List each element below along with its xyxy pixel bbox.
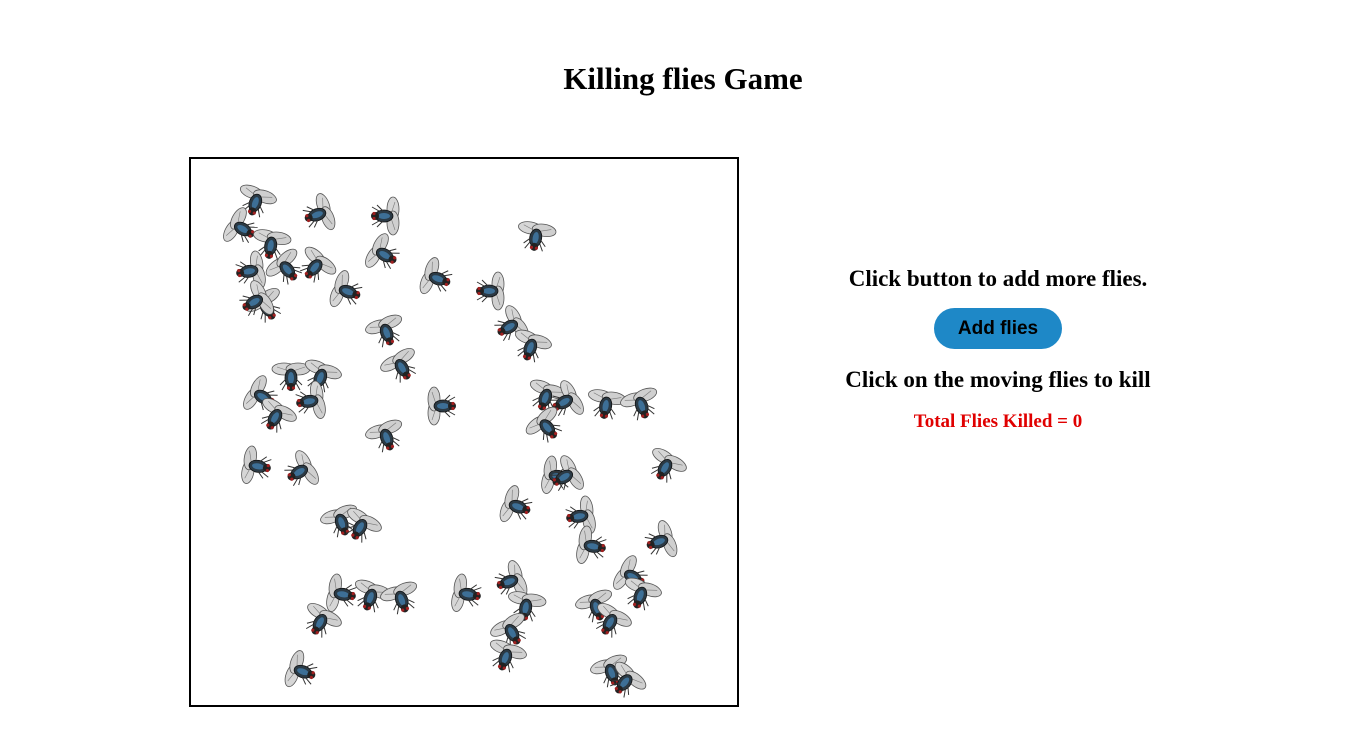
add-flies-instruction: Click button to add more flies. <box>848 266 1148 291</box>
flies-killed-value: 0 <box>1072 411 1083 432</box>
fly-icon[interactable] <box>446 571 486 616</box>
page-title: Killing flies Game <box>563 61 803 96</box>
fly-icon[interactable] <box>413 253 459 302</box>
fly-icon[interactable] <box>236 443 276 488</box>
fly-icon[interactable] <box>513 216 558 256</box>
fly-icon[interactable] <box>276 445 325 497</box>
fly-icon[interactable] <box>361 413 410 459</box>
fly-icon[interactable] <box>616 381 665 427</box>
fly-icon[interactable] <box>474 271 508 311</box>
fly-icon[interactable] <box>493 481 539 530</box>
kill-flies-instruction: Click on the moving flies to kill <box>845 367 1151 392</box>
fly-icon[interactable] <box>291 378 331 423</box>
flies-killed-counter: Total Flies Killed = 0 <box>818 411 1178 433</box>
add-flies-button[interactable]: Add flies <box>934 308 1062 349</box>
fly-icon[interactable] <box>369 196 403 236</box>
fly-icon[interactable] <box>638 516 684 565</box>
game-page: Killing flies Game Click button to add m… <box>0 0 1366 753</box>
fly-icon[interactable] <box>424 386 458 426</box>
fly-playfield[interactable] <box>189 157 739 707</box>
fly-icon[interactable] <box>296 189 342 238</box>
fly-icon[interactable] <box>278 646 324 695</box>
fly-icon[interactable] <box>571 523 611 568</box>
fly-icon[interactable] <box>640 441 692 490</box>
control-panel: Click button to add more flies. Add flie… <box>818 262 1178 433</box>
flies-killed-label: Total Flies Killed = <box>913 411 1073 432</box>
